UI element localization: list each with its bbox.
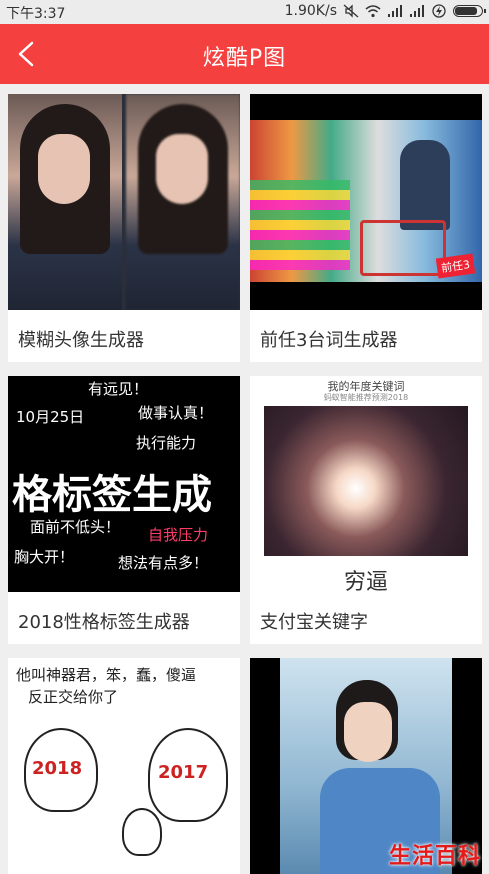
status-bar: 下午3:37 1.90K/s xyxy=(0,0,489,24)
wifi-icon xyxy=(365,5,381,18)
card-blur-avatar[interactable]: 模糊头像生成器 xyxy=(8,94,240,362)
card-label: 支付宝关键字 xyxy=(260,612,368,633)
card-personality-tag[interactable]: 有远见！ 10月25日 做事认真！ 执行能力 格标签生成 面前不低头！ 自我压力… xyxy=(8,376,240,644)
signal-icon xyxy=(388,5,402,17)
card-label: 前任3台词生成器 xyxy=(260,330,398,351)
battery-icon xyxy=(453,5,486,17)
signal-2-icon xyxy=(410,5,424,17)
battery-level xyxy=(455,7,478,15)
status-icons: 1.90K/s xyxy=(284,3,486,19)
page-title: 炫酷P图 xyxy=(202,46,287,71)
status-time: 下午3:37 xyxy=(6,6,66,22)
thumbnail-ex3-lines: 前任3 xyxy=(250,94,482,310)
thumbnail-personality-tag: 有远见！ 10月25日 做事认真！ 执行能力 格标签生成 面前不低头！ 自我压力… xyxy=(8,376,240,592)
card-ex3-lines[interactable]: 前任3 前任3台词生成器 xyxy=(250,94,482,362)
card-alipay-keyword[interactable]: 我的年度关键词 蚂蚁智能推荐预测2018 穷逼 支付宝关键字 xyxy=(250,376,482,644)
watermark-logo: 生活百科 xyxy=(388,844,481,869)
network-speed: 1.90K/s xyxy=(284,3,337,19)
card-artifact-2018[interactable]: 他叫神器君，笨，蠢，傻逼 反正交给你了 2018 2017 xyxy=(8,658,240,874)
card-label: 2018性格标签生成器 xyxy=(18,612,190,633)
thumbnail-blur-avatar xyxy=(8,94,240,310)
charging-icon xyxy=(432,4,446,18)
mute-icon xyxy=(343,4,359,18)
thumbnail-artifact-2018: 他叫神器君，笨，蠢，傻逼 反正交给你了 2018 2017 xyxy=(8,658,240,874)
thumbnail-alipay-keyword: 我的年度关键词 蚂蚁智能推荐预测2018 穷逼 xyxy=(250,376,482,592)
card-label: 模糊头像生成器 xyxy=(18,330,144,351)
app-header: 炫酷P图 xyxy=(0,24,489,84)
